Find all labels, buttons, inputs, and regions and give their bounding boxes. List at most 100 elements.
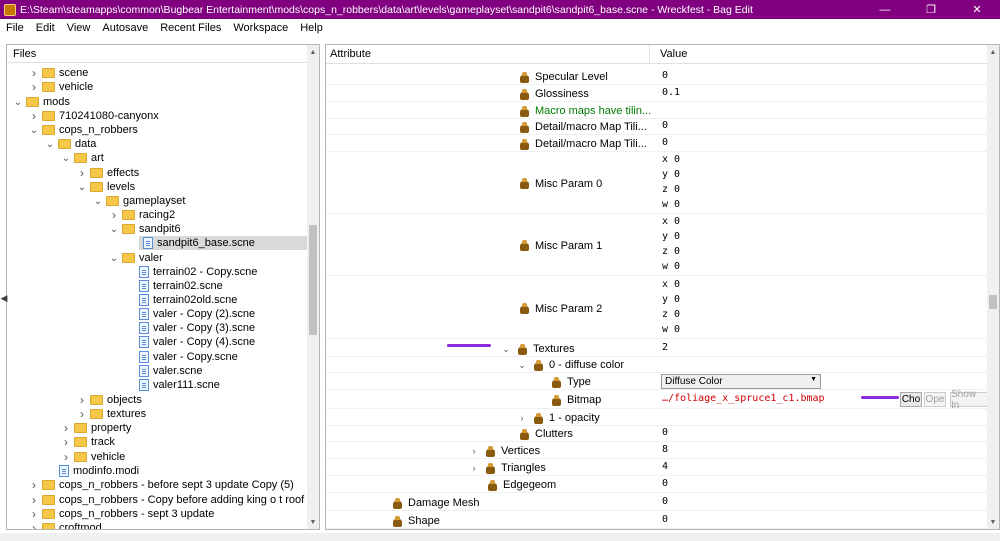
file-item[interactable]: valer - Copy (3).scne bbox=[7, 321, 255, 335]
property-value[interactable]: y 0 bbox=[662, 169, 680, 180]
property-row[interactable]: Misc Param 0 x 0 y 0 z 0 w 0 bbox=[326, 153, 989, 214]
chevron-right-icon[interactable]: › bbox=[517, 412, 527, 424]
chevron-down-icon[interactable]: ⌄ bbox=[517, 359, 527, 371]
property-value[interactable]: x 0 bbox=[662, 279, 680, 290]
scroll-up-icon[interactable]: ▲ bbox=[987, 45, 999, 59]
chevron-right-icon[interactable]: › bbox=[77, 407, 87, 421]
menu-autosave[interactable]: Autosave bbox=[96, 22, 154, 34]
chevron-down-icon[interactable]: ⌄ bbox=[61, 152, 71, 164]
property-value[interactable]: z 0 bbox=[662, 246, 680, 257]
chevron-right-icon[interactable]: › bbox=[77, 393, 87, 407]
folder-item[interactable]: › racing2 bbox=[7, 208, 175, 222]
open-button[interactable]: Ope bbox=[924, 392, 946, 407]
folder-item[interactable]: ⌄ levels bbox=[7, 180, 135, 194]
property-value[interactable]: 0 bbox=[662, 514, 668, 525]
property-row[interactable]: ⌄ 0 - diffuse color bbox=[326, 357, 989, 373]
folder-item[interactable]: ⌄ cops_n_robbers bbox=[7, 123, 138, 137]
file-item[interactable]: valer111.scne bbox=[7, 378, 220, 392]
chevron-right-icon[interactable]: › bbox=[29, 478, 39, 492]
chevron-right-icon[interactable]: › bbox=[469, 445, 479, 457]
file-item[interactable]: terrain02 - Copy.scne bbox=[7, 265, 257, 279]
property-value[interactable]: z 0 bbox=[662, 309, 680, 320]
folder-item[interactable]: › vehicle bbox=[7, 80, 93, 94]
folder-item[interactable]: ⌄ valer bbox=[7, 251, 163, 265]
property-row[interactable]: › Vertices 8 bbox=[326, 443, 989, 459]
scroll-thumb[interactable] bbox=[989, 295, 997, 309]
chevron-down-icon[interactable]: ⌄ bbox=[109, 252, 119, 264]
scroll-down-icon[interactable]: ▼ bbox=[987, 515, 999, 529]
minimize-button[interactable]: — bbox=[862, 0, 908, 19]
maximize-button[interactable]: ❐ bbox=[908, 0, 954, 19]
property-value[interactable]: …/foliage_x_spruce1_c1.bmap bbox=[662, 393, 825, 404]
property-value[interactable]: 0.1 bbox=[662, 87, 680, 98]
property-row[interactable]: Clutters 0 bbox=[326, 426, 989, 442]
folder-item[interactable]: › scene bbox=[7, 66, 88, 80]
file-item[interactable]: sandpit6_base.scne bbox=[139, 236, 307, 250]
folder-item[interactable]: › cops_n_robbers - sept 3 update bbox=[7, 507, 214, 521]
property-value[interactable]: w 0 bbox=[662, 199, 680, 210]
property-value[interactable]: w 0 bbox=[662, 261, 680, 272]
folder-item[interactable]: › croftmod bbox=[7, 521, 102, 529]
attribute-column-header[interactable]: Attribute bbox=[330, 45, 650, 63]
chevron-right-icon[interactable]: › bbox=[29, 507, 39, 521]
chevron-right-icon[interactable]: › bbox=[29, 66, 39, 80]
folder-item[interactable]: › cops_n_robbers - Copy before adding kin… bbox=[7, 493, 304, 507]
property-row[interactable]: Macro maps have tilin... bbox=[326, 103, 989, 119]
menu-view[interactable]: View bbox=[61, 22, 97, 34]
property-value[interactable]: 0 bbox=[662, 137, 668, 148]
folder-item[interactable]: › track bbox=[7, 435, 115, 449]
chevron-right-icon[interactable]: › bbox=[29, 109, 39, 123]
property-value[interactable]: x 0 bbox=[662, 216, 680, 227]
folder-item[interactable]: ⌄ gameplayset bbox=[7, 194, 186, 208]
property-value[interactable]: z 0 bbox=[662, 184, 680, 195]
menu-workspace[interactable]: Workspace bbox=[227, 22, 294, 34]
show-in-button[interactable]: Show In bbox=[950, 389, 988, 411]
chevron-down-icon[interactable]: ⌄ bbox=[45, 138, 55, 150]
properties-scrollbar[interactable]: ▲ ▼ bbox=[987, 45, 999, 529]
property-value[interactable]: 8 bbox=[662, 444, 668, 455]
chevron-right-icon[interactable]: › bbox=[109, 208, 119, 222]
file-item[interactable]: valer - Copy (4).scne bbox=[7, 335, 255, 349]
property-row[interactable]: Edgegeom 0 bbox=[326, 477, 989, 493]
property-value[interactable]: 0 bbox=[662, 427, 668, 438]
property-row[interactable]: Misc Param 2 x 0 y 0 z 0 w 0 bbox=[326, 278, 989, 339]
file-item[interactable]: valer - Copy (2).scne bbox=[7, 307, 255, 321]
menu-edit[interactable]: Edit bbox=[30, 22, 61, 34]
property-row[interactable]: Shape 0 bbox=[326, 513, 989, 529]
chevron-right-icon[interactable]: › bbox=[77, 166, 87, 180]
file-item[interactable]: valer.scne bbox=[7, 364, 203, 378]
folder-item[interactable]: › effects bbox=[7, 166, 139, 180]
value-column-header[interactable]: Value bbox=[660, 45, 687, 63]
chevron-right-icon[interactable]: › bbox=[29, 80, 39, 94]
chevron-right-icon[interactable]: › bbox=[61, 435, 71, 449]
folder-item[interactable]: › property bbox=[7, 421, 131, 435]
property-row[interactable]: Detail/macro Map Tili... 0 bbox=[326, 136, 989, 152]
chevron-down-icon[interactable]: ⌄ bbox=[93, 195, 103, 207]
property-value[interactable]: 0 bbox=[662, 120, 668, 131]
chevron-down-icon[interactable]: ⌄ bbox=[501, 343, 511, 355]
property-row[interactable]: Misc Param 1 x 0 y 0 z 0 w 0 bbox=[326, 215, 989, 276]
property-value[interactable]: y 0 bbox=[662, 231, 680, 242]
folder-item[interactable]: › 710241080-canyonx bbox=[7, 109, 159, 123]
file-item[interactable]: valer - Copy.scne bbox=[7, 350, 238, 364]
property-row[interactable]: › Triangles 4 bbox=[326, 460, 989, 476]
property-value[interactable]: x 0 bbox=[662, 154, 680, 165]
folder-item[interactable]: › objects bbox=[7, 393, 142, 407]
files-scrollbar[interactable]: ▲ ▼ bbox=[307, 45, 319, 529]
chevron-right-icon[interactable]: › bbox=[61, 421, 71, 435]
scroll-down-icon[interactable]: ▼ bbox=[307, 515, 319, 529]
chevron-down-icon[interactable]: ⌄ bbox=[109, 223, 119, 235]
folder-item[interactable]: ⌄ sandpit6 bbox=[7, 222, 181, 236]
close-button[interactable]: ✕ bbox=[954, 0, 1000, 19]
chevron-right-icon[interactable]: › bbox=[29, 493, 39, 507]
collapse-left-icon[interactable]: ◀ bbox=[0, 292, 8, 304]
property-row[interactable]: Type Diffuse Color ▼ bbox=[326, 374, 989, 390]
chevron-down-icon[interactable]: ⌄ bbox=[29, 124, 39, 136]
type-dropdown[interactable]: Diffuse Color ▼ bbox=[661, 374, 821, 389]
chevron-right-icon[interactable]: › bbox=[29, 521, 39, 529]
folder-item[interactable]: ⌄ data bbox=[7, 137, 97, 151]
property-value[interactable]: 0 bbox=[662, 496, 668, 507]
file-item[interactable]: modinfo.modi bbox=[7, 464, 139, 478]
scroll-thumb[interactable] bbox=[309, 225, 317, 335]
scroll-up-icon[interactable]: ▲ bbox=[307, 45, 319, 59]
